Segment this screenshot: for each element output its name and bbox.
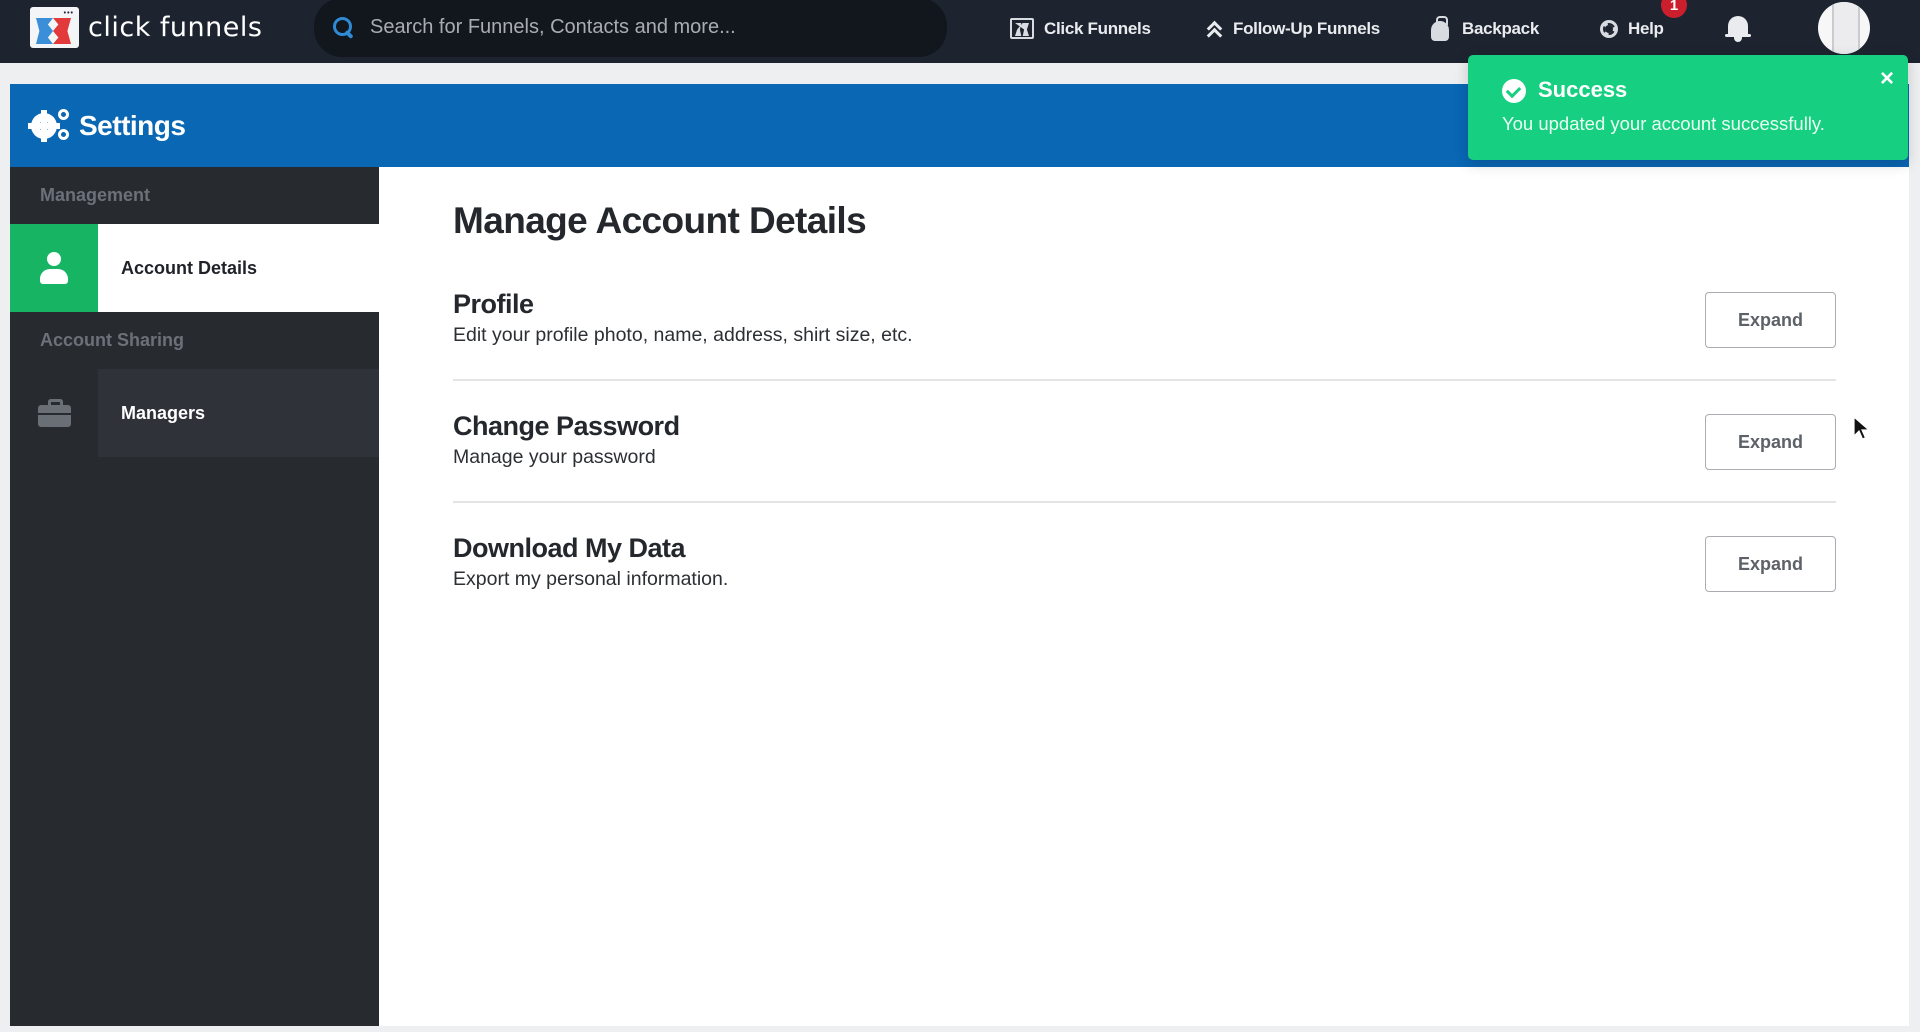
nav-backpack[interactable]: Backpack [1430, 0, 1539, 57]
page-title: Manage Account Details [453, 200, 867, 241]
nav-help-label: Help [1628, 18, 1664, 38]
main-content: Manage Account Details Profile Edit your… [379, 167, 1909, 1026]
logo-text: click funnels [88, 12, 263, 43]
search-icon [332, 16, 356, 40]
sidebar-section-account-sharing: Account Sharing [40, 330, 185, 350]
check-circle-icon [1502, 79, 1526, 103]
nav-click-funnels[interactable]: Click Funnels [1010, 0, 1151, 57]
section-change-password: Change Password Manage your password Exp… [453, 381, 1836, 503]
sidebar-section-management: Management [40, 185, 151, 205]
notification-badge: 1 [1661, 0, 1687, 18]
toast-message: You updated your account successfully. [1502, 113, 1825, 134]
nav-click-funnels-label: Click Funnels [1044, 18, 1151, 38]
nav-follow-up-funnels[interactable]: Follow-Up Funnels [1205, 0, 1380, 57]
search-bar[interactable] [314, 0, 947, 57]
clickfunnels-icon [1010, 18, 1034, 39]
expand-profile-button[interactable]: Expand [1705, 292, 1836, 348]
user-icon [39, 251, 69, 285]
lifebuoy-icon [1600, 19, 1618, 38]
section-description: Export my personal information. [453, 568, 729, 590]
sidebar: Management Account Details Account Shari… [10, 167, 379, 1026]
section-profile: Profile Edit your profile photo, name, a… [453, 259, 1836, 381]
clickfunnels-logo-icon: ••• [30, 7, 79, 48]
section-description: Edit your profile photo, name, address, … [453, 324, 913, 346]
clickfunnels-logo[interactable]: ••• click funnels [30, 7, 262, 48]
sidebar-item-icon-cell [10, 369, 98, 457]
sidebar-item-managers[interactable]: Managers [10, 369, 379, 457]
bell-icon[interactable] [1725, 14, 1751, 44]
nav-backpack-label: Backpack [1462, 18, 1539, 38]
nav-help[interactable]: Help [1600, 0, 1664, 57]
nav-follow-up-funnels-label: Follow-Up Funnels [1233, 18, 1380, 38]
sidebar-item-icon-cell [10, 224, 98, 312]
chevrons-up-icon [1205, 20, 1223, 38]
success-toast: Success You updated your account success… [1468, 55, 1908, 160]
backpack-icon [1430, 15, 1452, 42]
sidebar-item-label: Account Details [98, 224, 379, 312]
gears-icon [28, 108, 71, 143]
section-heading: Download My Data [453, 533, 686, 563]
expand-download-my-data-button[interactable]: Expand [1705, 536, 1836, 592]
section-heading: Change Password [453, 411, 680, 441]
expand-change-password-button[interactable]: Expand [1705, 414, 1836, 470]
section-description: Manage your password [453, 446, 656, 468]
close-icon[interactable]: × [1880, 67, 1894, 91]
briefcase-icon [37, 399, 71, 427]
sidebar-item-account-details[interactable]: Account Details [10, 224, 379, 312]
toast-title: Success [1538, 77, 1628, 102]
settings-title: Settings [79, 109, 186, 141]
search-input[interactable] [370, 16, 930, 39]
section-heading: Profile [453, 289, 534, 319]
sidebar-item-label: Managers [98, 369, 379, 457]
section-download-my-data: Download My Data Export my personal info… [453, 503, 1836, 625]
top-navigation-bar: ••• click funnels Click Funnels Follow-U… [0, 0, 1920, 63]
avatar[interactable] [1818, 2, 1870, 54]
